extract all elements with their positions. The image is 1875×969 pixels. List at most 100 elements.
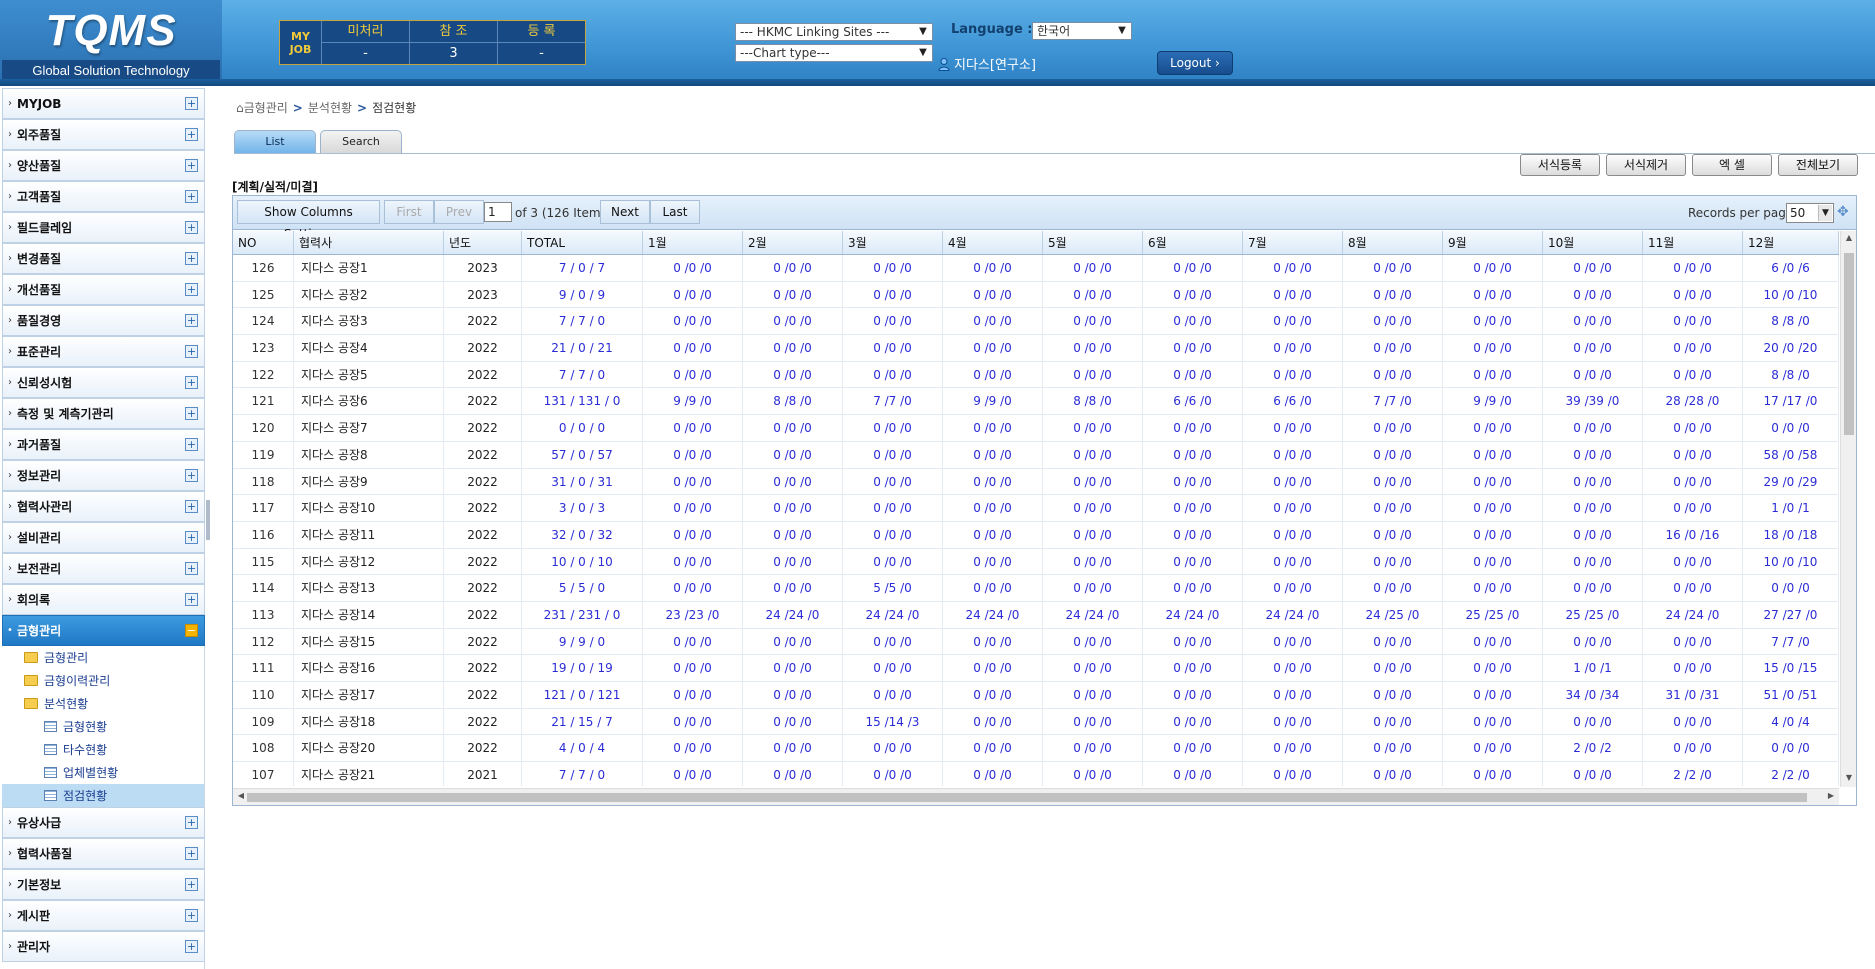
table-cell[interactable]: 0 /0 /0 xyxy=(1143,441,1243,468)
table-cell[interactable]: 0 /0 /0 xyxy=(1543,708,1643,735)
table-cell[interactable]: 0 /0 /0 xyxy=(1443,521,1543,548)
table-cell[interactable]: 0 /0 /0 xyxy=(1343,735,1443,762)
table-cell[interactable]: 0 /0 /0 xyxy=(1243,495,1343,521)
table-cell[interactable]: 31 / 0 / 31 xyxy=(522,468,643,495)
expand-icon[interactable]: + xyxy=(185,500,198,513)
table-cell[interactable]: 0 /0 /0 xyxy=(1143,281,1243,308)
table-cell[interactable]: 0 /0 /0 xyxy=(1643,495,1743,521)
table-cell[interactable]: 0 /0 /0 xyxy=(1143,415,1243,441)
table-cell[interactable]: 19 / 0 / 19 xyxy=(522,655,643,681)
expand-icon[interactable]: + xyxy=(185,314,198,327)
table-row[interactable]: 117 지다스 공장10 2022 3 / 0 / 30 /0 /0 0 /0 /0 0 … xyxy=(233,495,1839,522)
table-cell[interactable]: 0 /0 /0 xyxy=(1643,708,1743,735)
table-cell[interactable]: 0 /0 /0 xyxy=(1143,682,1243,708)
table-cell[interactable]: 0 /0 /0 xyxy=(743,361,843,388)
myjob-pending[interactable]: 미처리 - xyxy=(322,21,410,64)
sidebar-item[interactable]: › 관리자 + xyxy=(2,931,205,962)
table-cell[interactable]: 0 /0 /0 xyxy=(643,762,743,786)
table-cell[interactable]: 0 /0 /0 xyxy=(1243,441,1343,468)
expand-icon[interactable]: + xyxy=(185,376,198,389)
table-cell[interactable]: 28 /28 /0 xyxy=(1643,388,1743,415)
sidebar-item[interactable]: › 설비관리 + xyxy=(2,522,205,553)
sidebar-item[interactable]: › 고객품질 + xyxy=(2,181,205,212)
table-cell[interactable]: 0 /0 /0 xyxy=(1043,495,1143,521)
table-cell[interactable]: 0 /0 /0 xyxy=(1243,655,1343,681)
table-cell[interactable]: 0 /0 /0 xyxy=(943,495,1043,521)
sidebar-item[interactable]: › 협력사품질 + xyxy=(2,838,205,869)
table-cell[interactable]: 29 /0 /29 xyxy=(1743,468,1839,495)
table-cell[interactable]: 9 /9 /0 xyxy=(1443,388,1543,415)
table-cell[interactable]: 0 /0 /0 xyxy=(743,281,843,308)
expand-icon[interactable]: + xyxy=(185,345,198,358)
column-header[interactable]: 10월 xyxy=(1543,231,1643,254)
collapse-icon[interactable]: − xyxy=(185,624,198,637)
table-cell[interactable]: 0 /0 /0 xyxy=(1343,415,1443,441)
expand-icon[interactable]: + xyxy=(185,283,198,296)
table-cell[interactable]: 0 /0 /0 xyxy=(1043,255,1143,281)
table-cell[interactable]: 0 /0 /0 xyxy=(1443,255,1543,281)
table-cell[interactable]: 0 /0 /0 xyxy=(643,415,743,441)
column-header[interactable]: 8월 xyxy=(1343,231,1443,254)
table-cell[interactable]: 0 /0 /0 xyxy=(743,708,843,735)
sidebar-item[interactable]: › 정보관리 + xyxy=(2,460,205,491)
table-cell[interactable]: 0 /0 /0 xyxy=(1143,548,1243,575)
table-cell[interactable]: 0 /0 /0 xyxy=(843,335,943,361)
table-cell[interactable]: 16 /0 /16 xyxy=(1643,521,1743,548)
table-cell[interactable]: 0 /0 /0 xyxy=(743,548,843,575)
expand-icon[interactable]: + xyxy=(185,128,198,141)
table-cell[interactable]: 0 /0 /0 xyxy=(1243,762,1343,786)
table-cell[interactable]: 0 /0 /0 xyxy=(643,628,743,655)
table-cell[interactable]: 9 / 9 / 0 xyxy=(522,628,643,655)
table-cell[interactable]: 6 /6 /0 xyxy=(1143,388,1243,415)
sidebar-item[interactable]: › 측정 및 계측기관리 + xyxy=(2,398,205,429)
table-cell[interactable]: 24 /24 /0 xyxy=(1143,601,1243,628)
table-cell[interactable]: 0 /0 /0 xyxy=(1543,495,1643,521)
table-cell[interactable]: 23 /23 /0 xyxy=(643,601,743,628)
table-cell[interactable]: 0 /0 /0 xyxy=(943,735,1043,762)
table-cell[interactable]: 2 /0 /2 xyxy=(1543,735,1643,762)
table-cell[interactable]: 0 /0 /0 xyxy=(1143,495,1243,521)
expand-icon[interactable]: + xyxy=(185,407,198,420)
table-cell[interactable]: 0 /0 /0 xyxy=(1243,335,1343,361)
table-row[interactable]: 111 지다스 공장16 2022 19 / 0 / 19 0 /0 /0 0 /0 /0… xyxy=(233,655,1839,682)
table-cell[interactable]: 1 /0 /1 xyxy=(1743,495,1839,521)
table-cell[interactable]: 0 /0 /0 xyxy=(1443,682,1543,708)
table-cell[interactable]: 39 /39 /0 xyxy=(1543,388,1643,415)
table-cell[interactable]: 10 / 0 / 10 xyxy=(522,548,643,575)
expand-icon[interactable]: + xyxy=(185,940,198,953)
table-cell[interactable]: 0 /0 /0 xyxy=(643,335,743,361)
table-cell[interactable]: 0 /0 /0 xyxy=(843,548,943,575)
table-cell[interactable]: 0 /0 /0 xyxy=(1243,548,1343,575)
table-cell[interactable]: 34 /0 /34 xyxy=(1543,682,1643,708)
table-cell[interactable]: 0 /0 /0 xyxy=(1443,762,1543,786)
table-cell[interactable]: 0 /0 /0 xyxy=(1143,628,1243,655)
table-cell[interactable]: 0 /0 /0 xyxy=(1243,708,1343,735)
table-cell[interactable]: 0 /0 /0 xyxy=(1743,735,1839,762)
table-cell[interactable]: 0 /0 /0 xyxy=(643,682,743,708)
table-cell[interactable]: 24 /24 /0 xyxy=(843,601,943,628)
table-cell[interactable]: 0 /0 /0 xyxy=(843,308,943,335)
table-cell[interactable]: 0 /0 /0 xyxy=(1343,575,1443,601)
table-cell[interactable]: 0 /0 /0 xyxy=(943,708,1043,735)
table-cell[interactable]: 17 /17 /0 xyxy=(1743,388,1839,415)
language-select[interactable]: 한국어 ▼ xyxy=(1032,22,1132,40)
table-cell[interactable]: 0 /0 /0 xyxy=(943,335,1043,361)
table-cell[interactable]: 0 /0 /0 xyxy=(1743,575,1839,601)
column-header[interactable]: NO xyxy=(233,231,294,254)
table-cell[interactable]: 5 / 5 / 0 xyxy=(522,575,643,601)
table-cell[interactable]: 0 /0 /0 xyxy=(743,335,843,361)
table-cell[interactable]: 0 /0 /0 xyxy=(1443,415,1543,441)
column-header[interactable]: 3월 xyxy=(843,231,943,254)
table-cell[interactable]: 4 /0 /4 xyxy=(1743,708,1839,735)
table-cell[interactable]: 0 /0 /0 xyxy=(1343,682,1443,708)
table-cell[interactable]: 24 /24 /0 xyxy=(1243,601,1343,628)
table-cell[interactable]: 0 /0 /0 xyxy=(1243,521,1343,548)
sidebar-item[interactable]: › 외주품질 + xyxy=(2,119,205,150)
submenu-item[interactable]: 금형관리 xyxy=(2,646,204,669)
expand-icon[interactable]: + xyxy=(185,562,198,575)
table-cell[interactable]: 0 /0 /0 xyxy=(843,415,943,441)
table-cell[interactable]: 18 /0 /18 xyxy=(1743,521,1839,548)
sidebar-item[interactable]: › 협력사관리 + xyxy=(2,491,205,522)
table-cell[interactable]: 0 /0 /0 xyxy=(843,495,943,521)
table-cell[interactable]: 5 /5 /0 xyxy=(843,575,943,601)
